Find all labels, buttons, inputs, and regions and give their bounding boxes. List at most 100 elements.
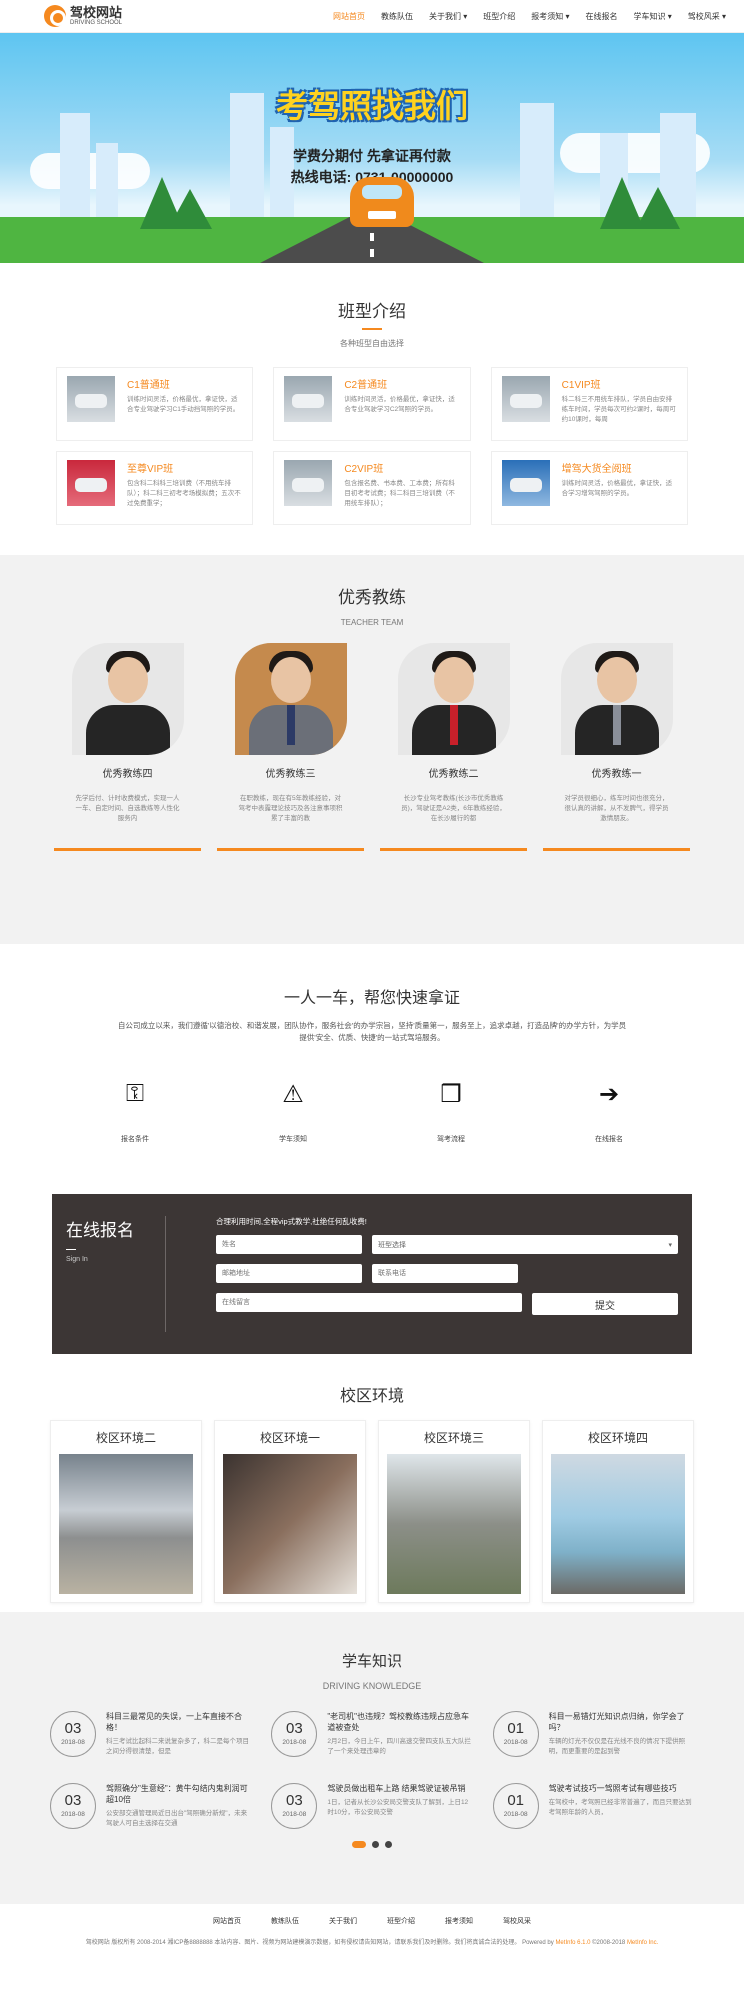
signup-subtitle: Sign In — [66, 1256, 88, 1263]
campus-card[interactable]: 校区环境一 — [214, 1420, 366, 1603]
logo-title: 驾校网站 — [70, 4, 123, 20]
article-title[interactable]: 科目三最常见的失误，一上车直接不合格！ — [106, 1711, 251, 1733]
teacher-card[interactable]: 优秀教练四 先学后付、计时收费模式，实现一人一车、自定时间、自选教练等人性化服务… — [54, 643, 201, 851]
knowledge-item[interactable]: 03 2018-08 科目三最常见的失误，一上车直接不合格！ 科三考试比起科二来说复杂… — [50, 1711, 251, 1757]
teacher-photo[interactable] — [397, 643, 510, 755]
teacher-name[interactable]: 优秀教练三 — [217, 765, 364, 780]
email-input[interactable] — [216, 1264, 362, 1283]
class-select[interactable]: 班型选择 ▾ — [372, 1235, 678, 1254]
carousel-dot[interactable] — [385, 1841, 392, 1848]
knowledge-item[interactable]: 03 2018-08 "老司机"也违规？驾校教练违规占应急车道被查处 2月2日，今日上… — [271, 1711, 472, 1757]
nav-exam-notes[interactable]: 报考须知 ▾ — [523, 11, 577, 22]
class-card[interactable]: 增驾大货全阅班 训练时间灵活，价格最优，拿证快，适合学习增驾驾照的学员。 — [490, 451, 688, 525]
class-card[interactable]: 至尊VIP班 包含科二科科三培训费（不用统车排队）；科二科三初考考场模拟费；五次不… — [56, 451, 254, 525]
feature-label[interactable]: 在线报名 — [530, 1134, 688, 1144]
message-input[interactable] — [216, 1293, 522, 1312]
footer-link[interactable]: 驾校风采 — [503, 1916, 531, 1926]
campus-name[interactable]: 校区环境四 — [551, 1429, 685, 1446]
class-desc: 训练时间灵活，价格最优，拿证快，适合专业驾驶学习C1手动挡驾照的学员。 — [127, 396, 240, 413]
hero-banner[interactable]: 考驾照找我们 学费分期付 先拿证再付款 热线电话: 0731-00000000 — [0, 33, 744, 263]
campus-card[interactable]: 校区环境二 — [50, 1420, 202, 1603]
class-name[interactable]: C2普通班 — [344, 376, 459, 391]
article-title[interactable]: 驾驶考试技巧一驾照考试有哪些技巧 — [549, 1783, 694, 1794]
teacher-card[interactable]: 优秀教练一 对学员很细心，练车时间也很充分，很认真的讲解，从不发脾气，得学员激情… — [543, 643, 690, 851]
cubes-icon[interactable]: ❒ — [372, 1080, 530, 1114]
nav-gallery[interactable]: 驾校风采 ▾ — [680, 11, 734, 22]
submit-button[interactable]: 提交 — [532, 1293, 678, 1315]
feature-label[interactable]: 驾考流程 — [372, 1134, 530, 1144]
section-subtitle: TEACHER TEAM — [340, 618, 404, 627]
teacher-card[interactable]: 优秀教练二 长沙专业驾考教练(长沙市优秀教练员)，驾驶证是A2类，6年教练经验，… — [380, 643, 527, 851]
feature-item[interactable]: ➔ 在线报名 — [530, 1080, 688, 1144]
title-divider — [362, 328, 382, 330]
class-name[interactable]: 至尊VIP班 — [127, 460, 242, 475]
warning-icon[interactable]: ⚠ — [214, 1080, 372, 1114]
footer-link[interactable]: 班型介绍 — [387, 1916, 415, 1926]
teacher-desc: 长沙专业驾考教练(长沙市优秀教练员)，驾驶证是A2类，6年教练经验，在长沙履行的… — [401, 795, 506, 822]
campus-name[interactable]: 校区环境二 — [59, 1429, 193, 1446]
metinfo-link[interactable]: MetInfo 6.1.0 — [555, 1940, 590, 1946]
phone-input[interactable] — [372, 1264, 518, 1283]
sign-in-icon[interactable]: ➔ — [530, 1080, 688, 1114]
footer-link[interactable]: 网站首页 — [213, 1916, 241, 1926]
class-image — [501, 376, 550, 422]
feature-label[interactable]: 报名条件 — [56, 1134, 214, 1144]
class-card[interactable]: C1普通班训练时间灵活，价格最优，拿证快，适合专业驾驶学习C1手动挡驾照的学员。 — [56, 367, 254, 441]
teacher-photo[interactable] — [71, 643, 184, 755]
site-logo[interactable]: 驾校网站 DRIVING SCHOOL — [44, 5, 122, 27]
nav-coaches[interactable]: 教练队伍 — [373, 11, 421, 22]
class-desc: 包含报名费、书本费、工本费；所有科目初考考试费；科二科目三培训费（不用统车排队）… — [344, 480, 455, 507]
article-title[interactable]: 科目一易错灯光知识点归纳，你学会了吗？ — [549, 1711, 694, 1733]
campus-name[interactable]: 校区环境一 — [223, 1429, 357, 1446]
nav-online-signup[interactable]: 在线报名 — [578, 11, 626, 22]
teacher-name[interactable]: 优秀教练一 — [543, 765, 690, 780]
knowledge-item[interactable]: 01 2018-08 驾驶考试技巧一驾照考试有哪些技巧 在驾校中，考驾照已经非常普遍了… — [492, 1783, 694, 1829]
class-name[interactable]: 增驾大货全阅班 — [562, 460, 677, 475]
feature-item[interactable]: ⚿ 报名条件 — [56, 1080, 214, 1144]
teacher-photo[interactable] — [560, 643, 673, 755]
teacher-name[interactable]: 优秀教练四 — [54, 765, 201, 780]
class-name[interactable]: C2VIP班 — [344, 460, 459, 475]
teacher-photo[interactable] — [234, 643, 347, 755]
class-name[interactable]: C1VIP班 — [562, 376, 677, 391]
campus-photo[interactable] — [223, 1454, 357, 1594]
class-card[interactable]: C2普通班 训练时间灵活，价格最优，拿证快，适合专业驾驶学习C2驾照的学员。 — [273, 367, 471, 441]
campus-photo[interactable] — [59, 1454, 193, 1594]
article-title[interactable]: 驾照确分"生意经"：黄牛勾结内鬼利润可超10倍 — [106, 1783, 251, 1805]
nav-home[interactable]: 网站首页 — [325, 11, 373, 22]
footer-link[interactable]: 教练队伍 — [271, 1916, 299, 1926]
feature-label[interactable]: 学车须知 — [214, 1134, 372, 1144]
teacher-underline — [380, 848, 527, 851]
footer-links: 网站首页 教练队伍 关于我们 班型介绍 报考须知 驾校风采 — [30, 1916, 714, 1926]
campus-card[interactable]: 校区环境三 — [378, 1420, 530, 1603]
carousel-dot[interactable] — [352, 1841, 366, 1848]
teacher-name[interactable]: 优秀教练二 — [380, 765, 527, 780]
feature-item[interactable]: ❒ 驾考流程 — [372, 1080, 530, 1144]
knowledge-item[interactable]: 01 2018-08 科目一易错灯光知识点归纳，你学会了吗？ 车辆的灯光不仅仅是在光线… — [492, 1711, 694, 1757]
article-title[interactable]: "老司机"也违规？驾校教练违规占应急车道被查处 — [327, 1711, 472, 1733]
campus-photo[interactable] — [387, 1454, 521, 1594]
nav-knowledge[interactable]: 学车知识 ▾ — [626, 11, 680, 22]
knowledge-section: 学车知识 DRIVING KNOWLEDGE 03 2018-08 科目三最常见的失… — [0, 1612, 744, 1904]
teacher-card[interactable]: 优秀教练三 在职教练，现在有5年教练经验，对驾考中表露理论技巧及各注意事项积累了… — [217, 643, 364, 851]
knowledge-item[interactable]: 03 2018-08 驾照确分"生意经"：黄牛勾结内鬼利润可超10倍 公安部交通管理局… — [50, 1783, 251, 1829]
class-grid: C1普通班训练时间灵活，价格最优，拿证快，适合专业驾驶学习C1手动挡驾照的学员。… — [56, 367, 688, 525]
footer-link[interactable]: 关于我们 — [329, 1916, 357, 1926]
campus-card[interactable]: 校区环境四 — [542, 1420, 694, 1603]
key-icon[interactable]: ⚿ — [56, 1080, 214, 1114]
campus-photo[interactable] — [551, 1454, 685, 1594]
feature-item[interactable]: ⚠ 学车须知 — [214, 1080, 372, 1144]
carousel-dot[interactable] — [372, 1841, 379, 1848]
name-input[interactable] — [216, 1235, 362, 1254]
metinfo-company-link[interactable]: MetInfo Inc. — [627, 1940, 658, 1946]
class-card[interactable]: C1VIP班 科二科三不用统车排队，学员自由安排练车时间，学员每次可约2课时，每周… — [490, 367, 688, 441]
nav-classes[interactable]: 班型介绍 — [475, 11, 523, 22]
campus-name[interactable]: 校区环境三 — [387, 1429, 521, 1446]
class-name[interactable]: C1普通班 — [127, 376, 242, 391]
article-title[interactable]: 驾驶员做出租车上路 结果驾驶证被吊销 — [327, 1783, 472, 1794]
footer: 网站首页 教练队伍 关于我们 班型介绍 报考须知 驾校风采 驾校网站 版权所有 … — [0, 1904, 744, 1978]
knowledge-item[interactable]: 03 2018-08 驾驶员做出租车上路 结果驾驶证被吊销 1日，记者从长沙公安局交警… — [271, 1783, 472, 1829]
nav-about[interactable]: 关于我们 ▾ — [421, 11, 475, 22]
footer-link[interactable]: 报考须知 — [445, 1916, 473, 1926]
class-card[interactable]: C2VIP班包含报名费、书本费、工本费；所有科目初考考试费；科二科目三培训费（不… — [273, 451, 471, 525]
